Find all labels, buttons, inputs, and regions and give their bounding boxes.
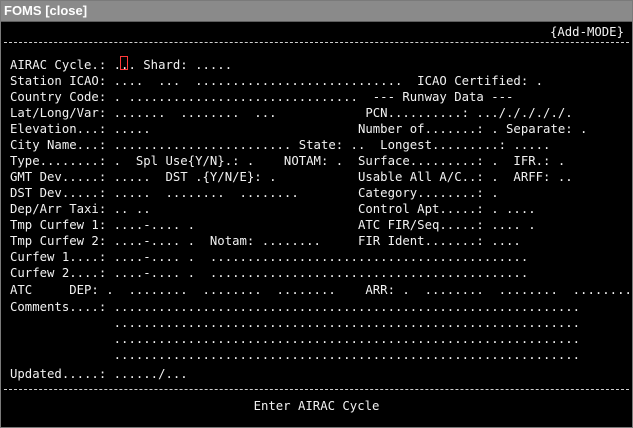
text-cursor bbox=[120, 56, 128, 70]
gmt-dev-row[interactable]: GMT Dev.....: ..... DST .{Y/N/E}: . Usab… bbox=[10, 169, 573, 185]
mode-indicator: {Add-MODE} bbox=[549, 25, 624, 39]
country-code-row[interactable]: Country Code: . ........................… bbox=[10, 89, 513, 105]
curfew-2-row[interactable]: Curfew 2....: ....-.... . ..............… bbox=[10, 265, 528, 281]
updated-row: Updated.....: ....../... bbox=[10, 367, 188, 381]
dst-dev-row[interactable]: DST Dev.....: ..... ........ ........ Ca… bbox=[10, 185, 499, 201]
tmp-curfew-1-row[interactable]: Tmp Curfew 1: ....-.... . ATC FIR/Seq...… bbox=[10, 217, 536, 233]
lat-long-var-row[interactable]: Lat/Long/Var: ....... ........ ... PCN..… bbox=[10, 105, 573, 121]
tmp-curfew-2-row[interactable]: Tmp Curfew 2: ....-.... . Notam: .......… bbox=[10, 233, 521, 249]
title-bar: FOMS [close] bbox=[1, 1, 632, 22]
comments-row-1[interactable]: Comments....: ..........................… bbox=[10, 299, 580, 315]
station-icao-row[interactable]: Station ICAO: .... ... .................… bbox=[10, 73, 543, 89]
atc-row[interactable]: ATC DEP: . ........ ........ ........ AR… bbox=[10, 282, 632, 298]
comments-row-3[interactable]: ........................................… bbox=[10, 331, 580, 347]
dep-arr-taxi-row[interactable]: Dep/Arr Taxi: .. .. Control Apt.....: . … bbox=[10, 201, 536, 217]
curfew-1-row[interactable]: Curfew 1....: ....-.... . ..............… bbox=[10, 249, 528, 265]
terminal-screen: {Add-MODE} AIRAC Cycle.: ... Shard: ....… bbox=[1, 22, 632, 427]
window-title-label: FOMS bbox=[4, 3, 42, 18]
close-link[interactable]: [close] bbox=[45, 3, 87, 18]
foms-window: FOMS [close] {Add-MODE} AIRAC Cycle.: ..… bbox=[0, 0, 633, 428]
comments-row-2[interactable]: ........................................… bbox=[10, 315, 580, 331]
bottom-divider bbox=[4, 389, 629, 390]
city-name-row[interactable]: City Name...: ........................ S… bbox=[10, 137, 550, 153]
top-divider bbox=[4, 42, 629, 43]
window-title: FOMS [close] bbox=[4, 3, 87, 19]
elevation-row[interactable]: Elevation...: ..... Number of.......: . … bbox=[10, 121, 587, 137]
type-row[interactable]: Type........: . Spl Use{Y/N}.: . NOTAM: … bbox=[10, 153, 565, 169]
comments-row-4[interactable]: ........................................… bbox=[10, 347, 580, 363]
status-prompt: Enter AIRAC Cycle bbox=[253, 399, 380, 413]
